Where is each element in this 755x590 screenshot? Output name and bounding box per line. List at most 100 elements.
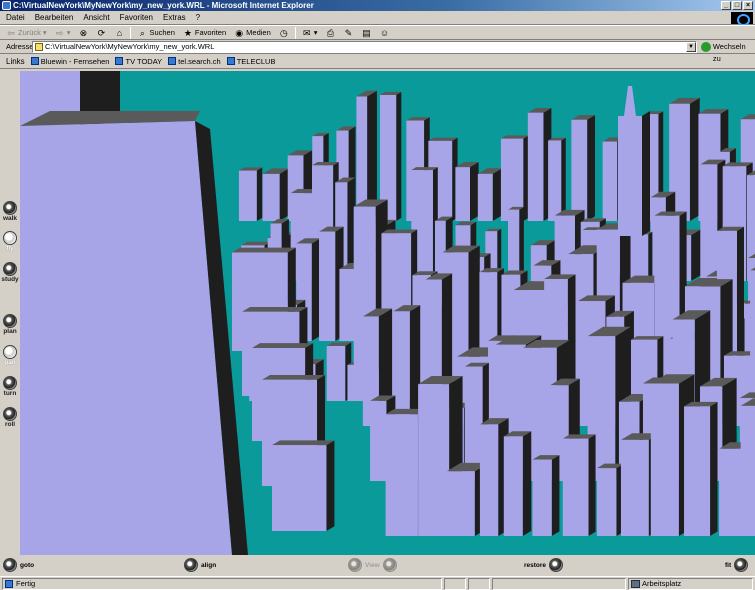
plan-icon <box>3 314 17 328</box>
previous-view-icon[interactable] <box>348 558 362 572</box>
toolbar-separator <box>294 26 296 39</box>
page-icon <box>35 43 43 51</box>
menu-ansicht[interactable]: Ansicht <box>83 13 109 22</box>
history-icon: ◷ <box>279 27 288 38</box>
restore-button[interactable]: restore <box>524 558 564 572</box>
stop-button[interactable]: ⊗ <box>76 26 90 39</box>
menu-bar: Datei Bearbeiten Ansicht Favoriten Extra… <box>0 11 755 25</box>
vrml-3d-viewport[interactable] <box>20 71 755 555</box>
align-icon <box>184 558 198 572</box>
messenger-button[interactable]: ☺ <box>378 26 392 39</box>
search-icon: ⌕ <box>139 27 145 38</box>
home-button[interactable]: ⌂ <box>112 26 126 39</box>
menu-favoriten[interactable]: Favoriten <box>120 13 153 22</box>
link-bluewin[interactable]: Bluewin - Fernsehen <box>30 56 110 66</box>
link-page-icon <box>168 57 177 65</box>
address-input[interactable]: C:\VirtualNewYork\MyNewYork\my_new_york.… <box>32 41 697 53</box>
home-icon: ⌂ <box>116 27 123 38</box>
link-tel-search[interactable]: tel.search.ch <box>168 57 221 66</box>
edit-button[interactable]: ✎ <box>342 26 356 39</box>
refresh-icon: ⟳ <box>97 27 106 38</box>
history-button[interactable]: ◷ <box>277 26 291 39</box>
walk-mode-button[interactable]: walk <box>1 201 19 223</box>
status-panel-empty <box>492 578 626 590</box>
link-tv-today[interactable]: TV TODAY <box>115 57 162 66</box>
back-button[interactable]: ⇦ Zurück ▾ <box>4 26 49 39</box>
page-done-icon <box>5 580 13 588</box>
mail-button[interactable]: ✉ ▾ <box>300 26 320 39</box>
fly-label: fly <box>6 245 14 252</box>
study-mode-button[interactable]: study <box>1 262 19 284</box>
restore-label: restore <box>524 561 547 569</box>
refresh-button[interactable]: ⟳ <box>94 26 108 39</box>
plan-mode-button[interactable]: plan <box>1 314 19 336</box>
favorites-icon: ★ <box>183 27 192 38</box>
status-panel-progress <box>444 578 466 590</box>
goto-label: goto <box>20 561 35 569</box>
link-page-icon <box>115 57 124 65</box>
print-button[interactable]: ⎙ <box>324 26 338 39</box>
edit-page-icon: ✎ <box>344 27 353 38</box>
menu-datei[interactable]: Datei <box>6 13 25 22</box>
study-icon <box>3 262 17 276</box>
links-bar: Links Bluewin - Fernsehen TV TODAY tel.s… <box>0 54 755 69</box>
window-controls: _ □ × <box>721 1 753 10</box>
next-view-icon[interactable] <box>382 558 397 572</box>
restore-icon <box>549 558 564 572</box>
pan-label: pan <box>4 359 16 366</box>
menu-extras[interactable]: Extras <box>163 13 186 22</box>
link-teleclub[interactable]: TELECLUB <box>226 57 275 66</box>
forward-dropdown-icon: ▾ <box>66 28 71 37</box>
fit-button[interactable]: fit <box>725 558 749 572</box>
fly-mode-button[interactable]: fly <box>1 231 19 253</box>
link-label: Bluewin - Fernsehen <box>40 56 110 66</box>
navigation-mode-panel: walk fly study plan pan turn roll <box>0 71 20 555</box>
discuss-icon: ▤ <box>362 27 371 38</box>
goto-icon <box>3 558 17 572</box>
toolbar-separator <box>130 26 132 39</box>
address-label: Adresse <box>6 42 34 51</box>
roll-icon <box>3 407 17 421</box>
menu-bearbeiten[interactable]: Bearbeiten <box>35 13 74 22</box>
address-value: C:\VirtualNewYork\MyNewYork\my_new_york.… <box>45 42 215 51</box>
study-label: study <box>1 276 19 283</box>
fit-label: fit <box>725 561 732 569</box>
security-zone-panel: Arbeitsplatz <box>628 578 753 590</box>
close-button[interactable]: × <box>743 1 753 10</box>
discuss-button[interactable]: ▤ <box>360 26 374 39</box>
zone-label: Arbeitsplatz <box>642 579 682 588</box>
my-computer-icon <box>631 580 640 588</box>
stop-icon: ⊗ <box>79 27 88 38</box>
menu-help[interactable]: ? <box>196 13 200 22</box>
align-button[interactable]: align <box>184 558 216 572</box>
link-label: tel.search.ch <box>178 56 221 66</box>
go-arrow-icon <box>701 42 711 52</box>
mail-icon: ✉ <box>302 27 311 38</box>
roll-label: roll <box>4 421 16 428</box>
view-selector[interactable]: View <box>348 558 397 572</box>
print-icon: ⎙ <box>326 27 335 38</box>
goto-button[interactable]: goto <box>3 558 34 572</box>
turn-mode-button[interactable]: turn <box>1 376 19 398</box>
align-label: align <box>201 561 217 569</box>
roll-mode-button[interactable]: roll <box>1 407 19 429</box>
fit-icon <box>734 558 749 572</box>
window-title: C:\VirtualNewYork\MyNewYork\my_new_york.… <box>13 1 314 10</box>
maximize-button[interactable]: □ <box>732 1 742 10</box>
viewer-bottom-bar: goto align View restore fit <box>0 555 755 576</box>
media-button[interactable]: ◉ Medien <box>232 26 273 39</box>
messenger-icon: ☺ <box>379 27 390 38</box>
minimize-button[interactable]: _ <box>721 1 731 10</box>
favorites-button[interactable]: ★ Favoriten <box>181 26 228 39</box>
search-button[interactable]: ⌕ Suchen <box>135 26 176 39</box>
forward-button[interactable]: ⇨ ▾ <box>53 26 73 39</box>
turn-icon <box>3 376 17 390</box>
window-title-bar: C:\VirtualNewYork\MyNewYork\my_new_york.… <box>0 0 755 11</box>
ie-app-icon <box>2 1 11 10</box>
link-page-icon <box>226 57 235 65</box>
mail-dropdown-icon: ▾ <box>313 28 318 37</box>
pan-mode-button[interactable]: pan <box>1 345 19 367</box>
back-label: Zurück <box>18 28 41 37</box>
status-bar: Fertig Arbeitsplatz <box>0 576 755 590</box>
address-dropdown-button[interactable]: ▼ <box>686 42 696 52</box>
